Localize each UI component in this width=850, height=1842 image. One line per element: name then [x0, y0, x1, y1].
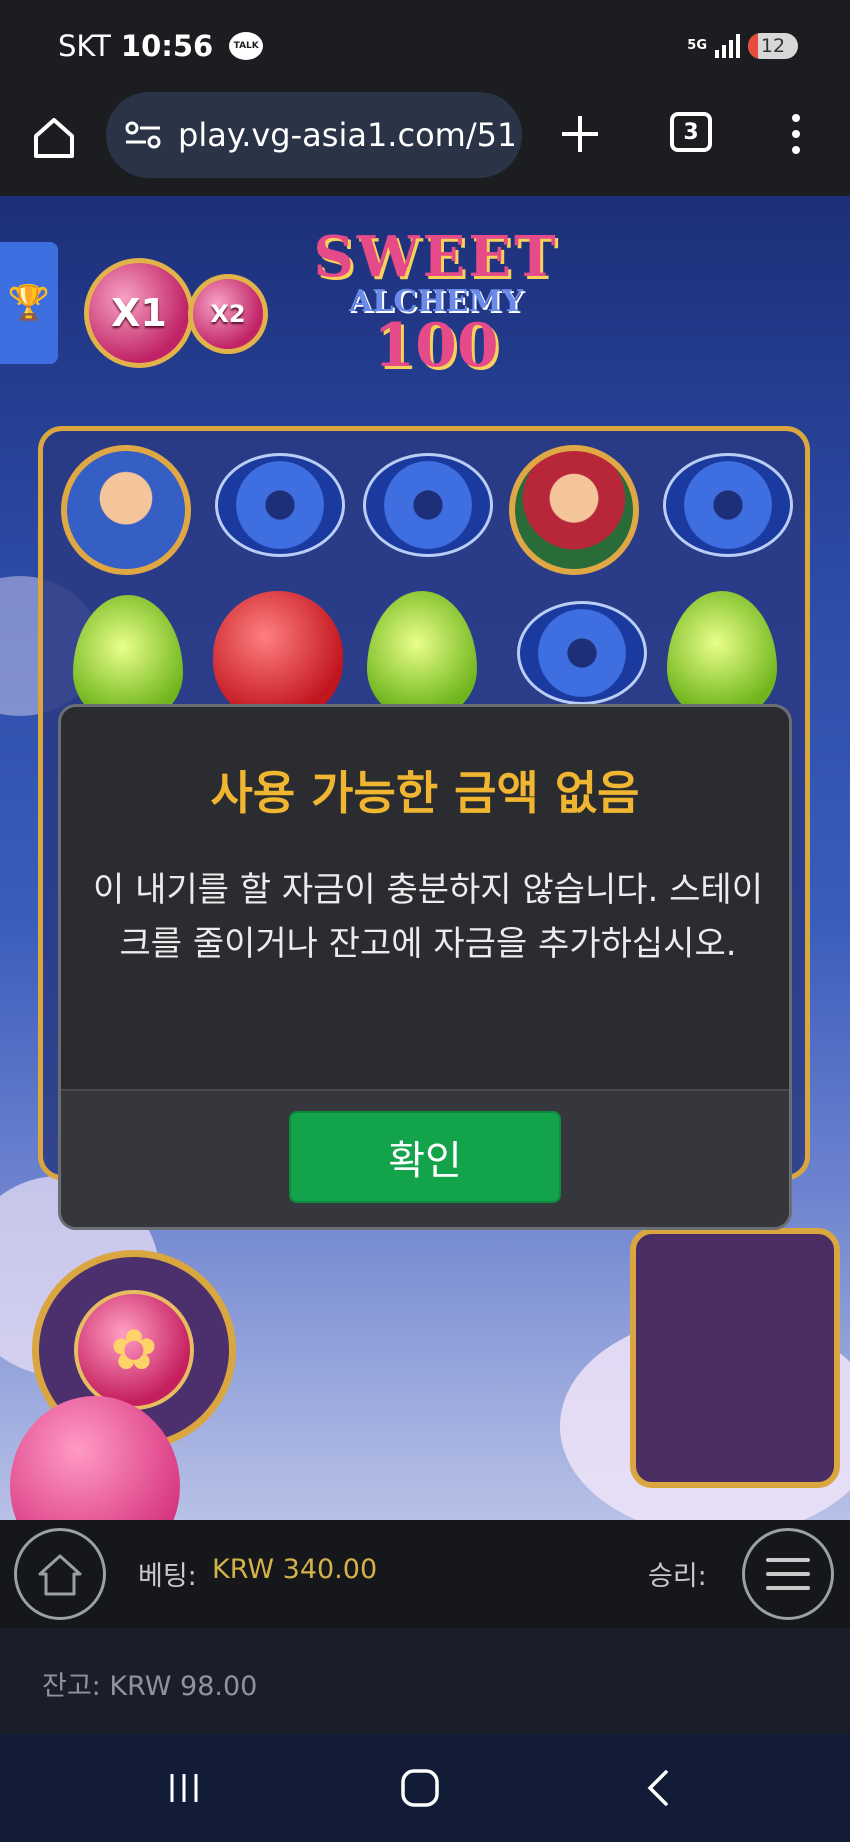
game-menu-button[interactable]: [742, 1528, 834, 1620]
flower-icon: ✿: [74, 1290, 194, 1410]
back-icon[interactable]: [628, 1756, 692, 1820]
confirm-button[interactable]: 확인: [289, 1111, 561, 1203]
more-menu-icon[interactable]: [784, 110, 808, 158]
balance-bar: 잔고: KRW 98.00: [0, 1628, 850, 1734]
dialog-title: 사용 가능한 금액 없음: [210, 766, 640, 820]
address-bar[interactable]: play.vg-asia1.com/51: [106, 92, 522, 178]
house-icon: [38, 1554, 82, 1596]
hamburger-icon: [766, 1558, 810, 1590]
kakaotalk-icon: TALK: [229, 32, 264, 60]
symbol-blue-donut: [663, 453, 793, 557]
recent-apps-icon[interactable]: [152, 1756, 216, 1820]
browser-toolbar: play.vg-asia1.com/51 3: [0, 92, 850, 196]
site-settings-icon[interactable]: [124, 120, 162, 150]
symbol-witch-blonde: [61, 445, 191, 575]
battery-level: 12: [760, 35, 786, 57]
logo-line-3: 100: [373, 311, 499, 381]
win-label: 승리:: [648, 1561, 707, 1592]
system-nav-bar: [0, 1734, 850, 1842]
multiplier-x2: X2: [188, 274, 268, 354]
signal-icon: [715, 34, 740, 58]
carrier-label: SKT: [58, 29, 111, 63]
status-bar: SKT 10:56 TALK 5G 12: [0, 0, 850, 92]
symbol-green-bean: [367, 591, 477, 721]
insufficient-funds-dialog: 사용 가능한 금액 없음 이 내기를 할 자금이 충분하지 않습니다. 스테이크…: [58, 704, 792, 1230]
symbol-witch-redhead: [509, 445, 639, 575]
symbol-blue-donut: [517, 601, 647, 705]
network-type-icon: 5G: [687, 38, 707, 53]
battery-icon: 12: [748, 33, 798, 59]
new-tab-icon[interactable]: [556, 110, 604, 158]
side-panel-frame: [630, 1228, 840, 1488]
logo-line-1: SWEET: [313, 224, 559, 290]
clock: 10:56: [120, 29, 214, 63]
balance-text: 잔고: KRW 98.00: [42, 1671, 258, 1702]
multiplier-display: X1 X2: [30, 252, 280, 422]
symbol-blue-donut: [363, 453, 493, 557]
url-text[interactable]: play.vg-asia1.com/51: [178, 116, 514, 154]
status-right: 5G 12: [687, 33, 798, 59]
symbol-green-bean: [667, 591, 777, 721]
home-nav-icon[interactable]: [388, 1756, 452, 1820]
status-left: SKT 10:56 TALK: [58, 29, 264, 63]
multiplier-x1: X1: [84, 258, 194, 368]
game-logo: SWEET ALCHEMY 100: [286, 224, 586, 404]
bet-bar: 베팅: KRW 340.00 승리:: [0, 1520, 850, 1628]
dialog-message: 이 내기를 할 자금이 충분하지 않습니다. 스테이크를 줄이거나 잔고에 자금…: [93, 870, 763, 964]
bet-label: 베팅:: [138, 1561, 197, 1592]
tab-switcher-button[interactable]: 3: [670, 112, 712, 152]
bet-value: KRW 340.00: [212, 1554, 378, 1585]
symbol-blue-donut: [215, 453, 345, 557]
home-icon[interactable]: [30, 114, 78, 162]
home-game-button[interactable]: [14, 1528, 106, 1620]
symbol-red-heart: [213, 591, 343, 721]
